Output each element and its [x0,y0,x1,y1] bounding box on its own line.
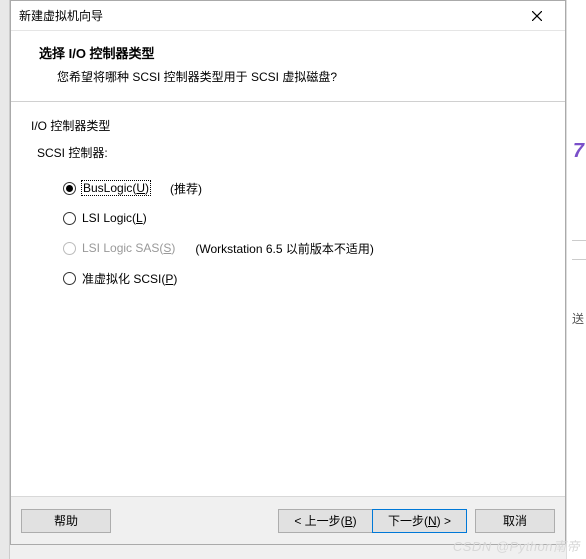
footer: 帮助 < 上一步(B) 下一步(N) > 取消 [11,496,565,544]
window-title: 新建虚拟机向导 [19,7,517,24]
header-title: 选择 I/O 控制器类型 [39,43,541,62]
radio-lsilogic[interactable]: LSI Logic(L) [63,203,545,233]
radio-buslogic[interactable]: BusLogic(U) (推荐) [63,173,545,203]
section-label: I/O 控制器类型 [31,117,545,134]
right-background-strip: 7 送 [566,0,586,559]
sub-label: SCSI 控制器: [37,144,545,161]
radio-label: BusLogic(U) [82,181,150,195]
header-subtitle: 您希望将哪种 SCSI 控制器类型用于 SCSI 虚拟磁盘? [57,68,541,85]
radio-icon [63,182,76,195]
titlebar: 新建虚拟机向导 [11,1,565,31]
radio-label: LSI Logic SAS(S) [82,241,175,255]
back-button[interactable]: < 上一步(B) [278,509,373,533]
header-section: 选择 I/O 控制器类型 您希望将哪种 SCSI 控制器类型用于 SCSI 虚拟… [11,31,565,102]
radio-icon [63,212,76,225]
radio-label: LSI Logic(L) [82,211,147,225]
radio-paravirtual[interactable]: 准虚拟化 SCSI(P) [63,263,545,293]
left-edge-strip [0,0,10,559]
radio-icon [63,272,76,285]
content-area: I/O 控制器类型 SCSI 控制器: BusLogic(U) (推荐) LSI… [11,102,565,496]
radio-note: (推荐) [170,180,202,197]
wizard-dialog: 新建虚拟机向导 选择 I/O 控制器类型 您希望将哪种 SCSI 控制器类型用于… [10,0,566,545]
close-button[interactable] [517,2,557,30]
radio-lsilogic-sas[interactable]: LSI Logic SAS(S) (Workstation 6.5 以前版本不适… [63,233,545,263]
radio-label: 准虚拟化 SCSI(P) [82,270,177,287]
scsi-radio-group: BusLogic(U) (推荐) LSI Logic(L) LSI Logic … [63,173,545,293]
help-button[interactable]: 帮助 [21,509,111,533]
radio-note: (Workstation 6.5 以前版本不适用) [195,240,373,257]
close-icon [532,11,542,21]
next-button[interactable]: 下一步(N) > [372,509,467,533]
strip-text: 送 [572,310,584,327]
strip-divider [572,240,586,260]
strip-accent-text: 7 [573,140,584,163]
radio-icon [63,242,76,255]
cancel-button[interactable]: 取消 [475,509,555,533]
